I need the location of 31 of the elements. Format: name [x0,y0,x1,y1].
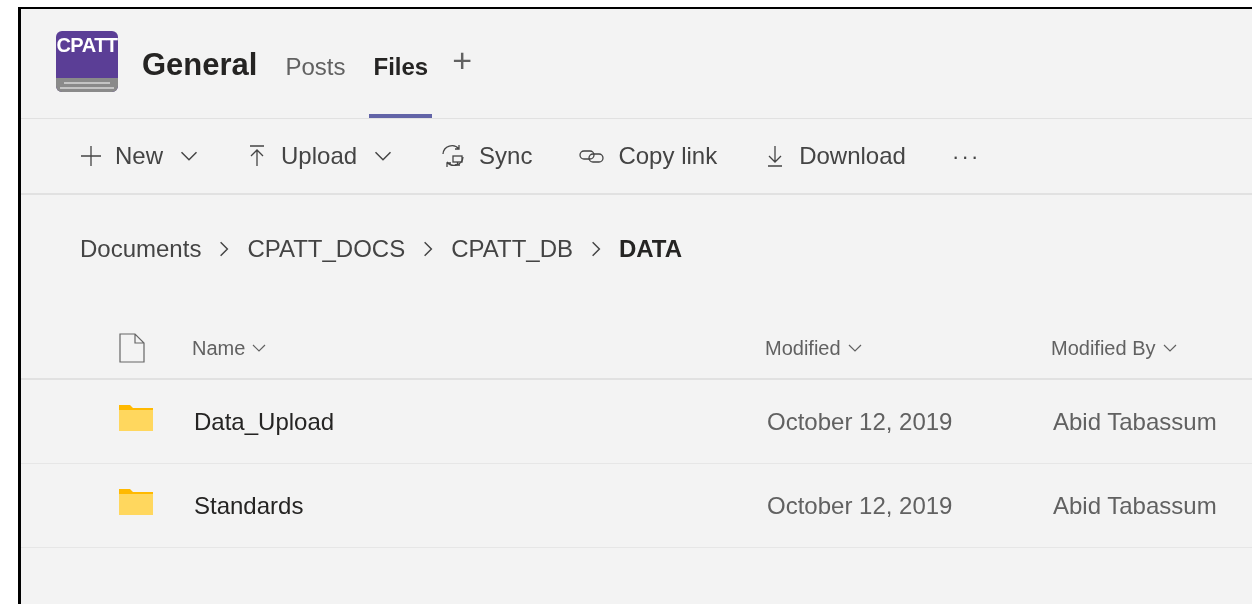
channel-title: General [142,46,258,84]
breadcrumb-item[interactable]: CPATT_DOCS [247,231,406,267]
toolbar-button[interactable]: Download [763,138,906,174]
add-tab-button[interactable]: + [452,43,473,77]
toolbar-button[interactable]: New [79,138,199,174]
folder-icon [118,487,154,516]
tab[interactable]: Posts [281,9,350,118]
modified-by: Abid Tabassum [1053,406,1217,437]
column-header[interactable]: Modified By [1051,332,1178,363]
file-row[interactable]: Standards October 12, 2019 Abid Tabassum [21,464,1252,548]
breadcrumb-item[interactable]: DATA [619,231,683,267]
plus-icon [79,144,103,168]
file-name: Data_Upload [194,406,336,437]
logo-text: CPATT [56,33,118,58]
file-name: Standards [194,490,305,521]
toolbar-button[interactable]: Sync [439,138,533,174]
column-header[interactable]: Modified [765,332,1051,363]
logo-band [56,78,118,92]
breadcrumb-item[interactable]: Documents [80,231,202,267]
modified-date: October 12, 2019 [767,490,954,521]
file-row[interactable]: Data_Upload October 12, 2019 Abid Tabassum [21,380,1252,464]
file-icon [119,332,145,363]
more-button[interactable]: ··· [951,139,981,173]
column-header[interactable]: Name [192,332,765,363]
toolbar-button[interactable]: Copy link [578,138,718,174]
modified-by: Abid Tabassum [1053,490,1217,521]
tab[interactable]: Files [369,9,433,118]
modified-date: October 12, 2019 [767,406,954,437]
toolbar-button[interactable]: Upload [245,138,394,174]
folder-icon [118,403,154,432]
breadcrumb-item[interactable]: CPATT_DB [451,231,573,267]
